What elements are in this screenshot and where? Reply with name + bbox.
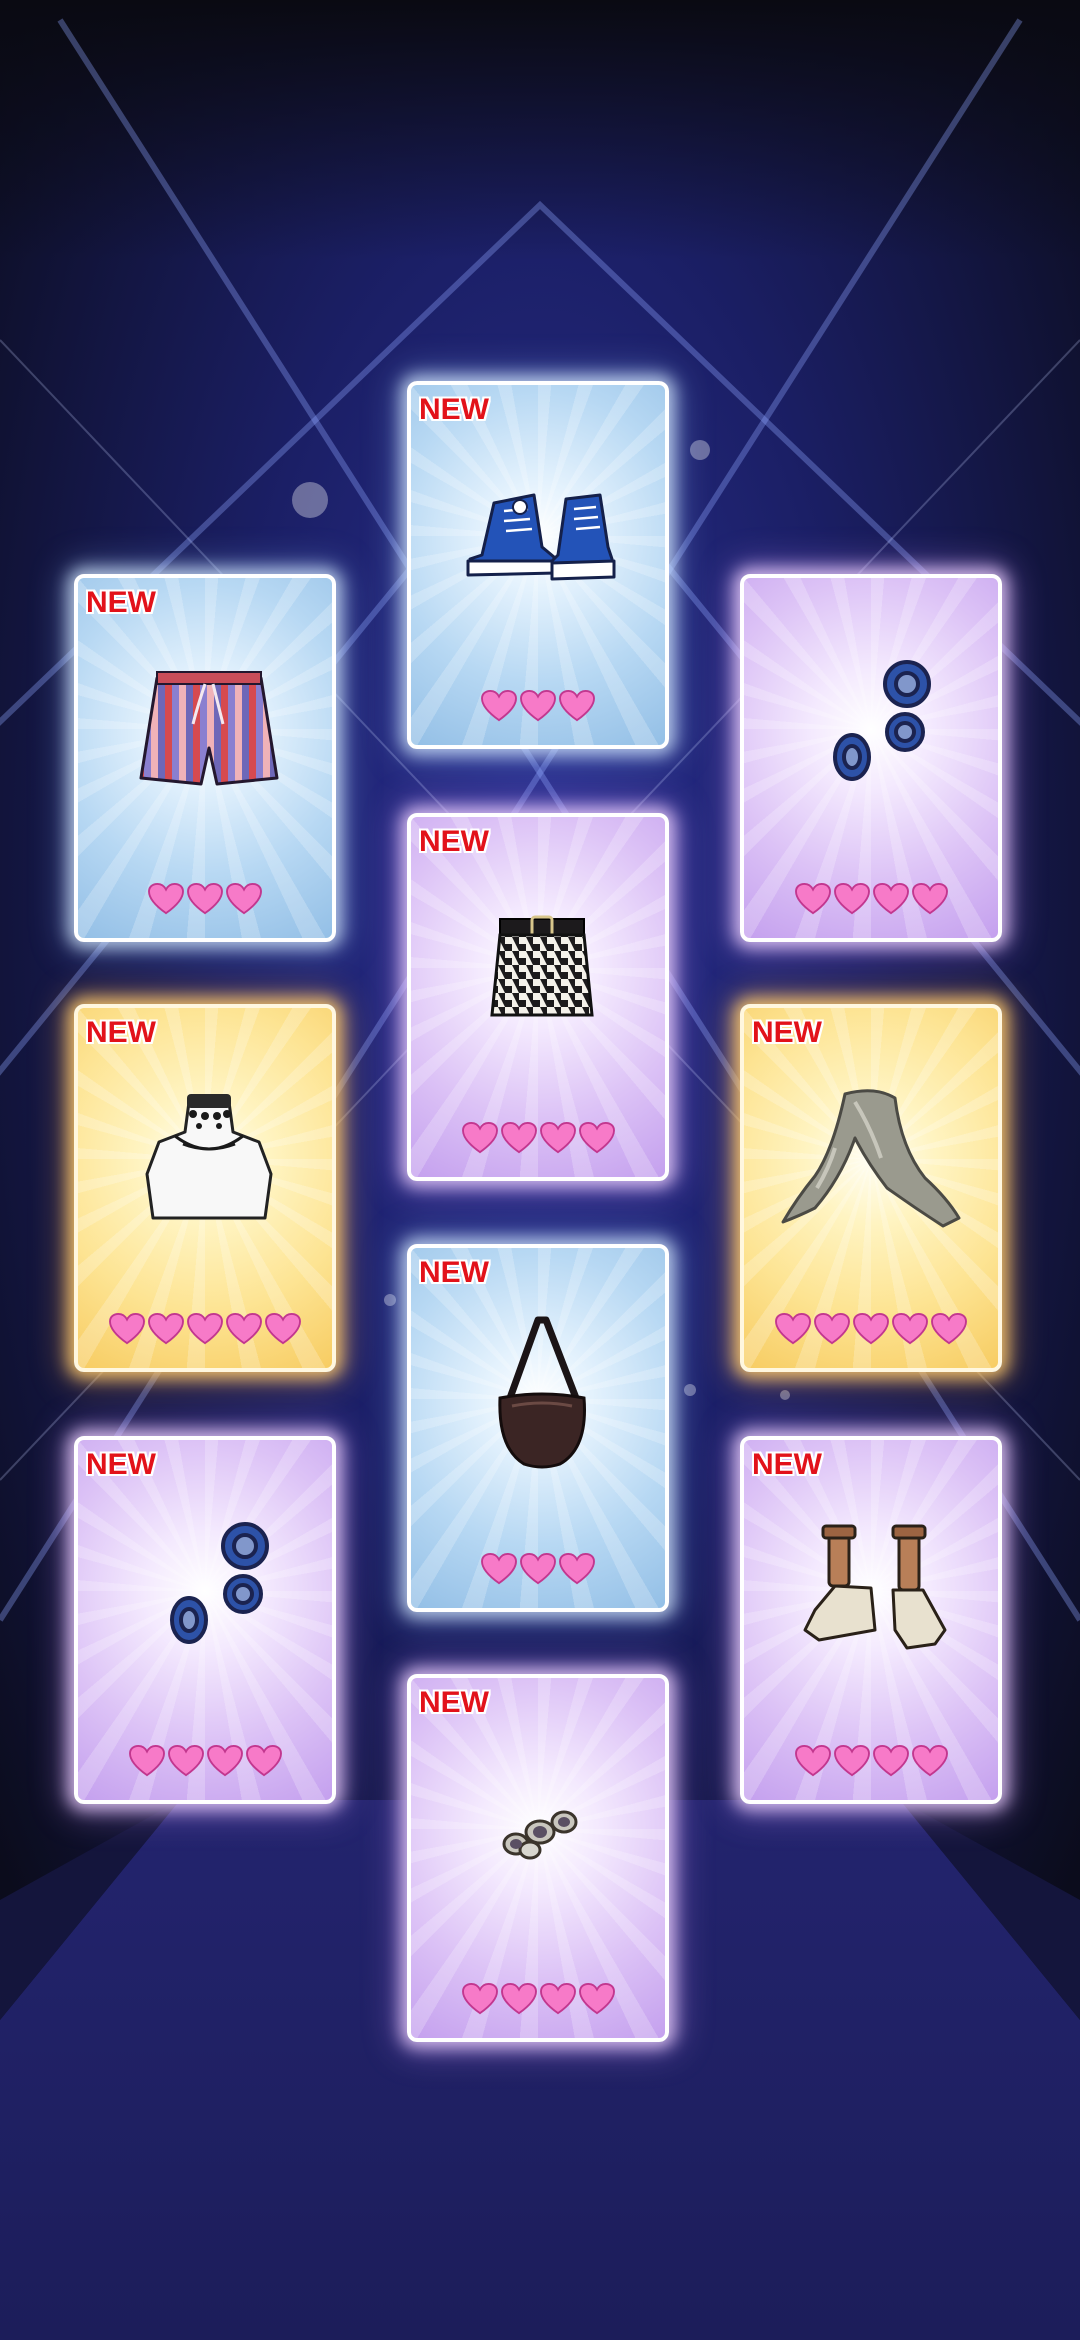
heart-icon — [539, 1982, 576, 2015]
heart-icon — [872, 1744, 909, 1777]
heart-icon — [500, 1982, 537, 2015]
heart-icon — [481, 689, 517, 722]
heart-icon — [539, 1121, 576, 1154]
heart-icon — [500, 1121, 537, 1154]
new-badge: NEW — [86, 1448, 156, 1481]
heart-icon — [833, 1744, 870, 1777]
item-card-lace-choker-top[interactable]: NEW — [74, 1004, 336, 1372]
heart-icon — [245, 1744, 282, 1777]
new-badge: NEW — [752, 1016, 822, 1049]
new-badge: NEW — [419, 393, 489, 426]
striped-shorts-icon — [139, 671, 279, 786]
heart-icon — [833, 882, 870, 915]
heart-icon — [559, 689, 595, 722]
rarity-hearts — [411, 1121, 665, 1155]
item-card-blue-earrings-2[interactable]: NEW — [74, 1436, 336, 1804]
item-card-houndstooth-skirt[interactable]: NEW — [407, 813, 669, 1181]
lace-top-icon — [145, 1094, 273, 1220]
item-card-striped-shorts[interactable]: NEW — [74, 574, 336, 942]
heart-icon — [226, 1312, 262, 1345]
heart-icon — [481, 1552, 517, 1585]
item-card-leather-bag[interactable]: NEW — [407, 1244, 669, 1612]
new-badge: NEW — [419, 825, 489, 858]
heart-icon — [167, 1744, 204, 1777]
rarity-hearts — [744, 1312, 998, 1346]
sneakers-icon — [466, 493, 616, 581]
platform-sandals-icon — [803, 1524, 947, 1650]
heart-icon — [578, 1121, 615, 1154]
heart-icon — [128, 1744, 165, 1777]
item-card-platform-sandals[interactable]: NEW — [740, 1436, 1002, 1804]
rarity-hearts — [78, 882, 332, 916]
heart-icon — [794, 1744, 831, 1777]
heart-icon — [148, 1312, 184, 1345]
heart-icon — [206, 1744, 243, 1777]
heart-icon — [520, 1552, 556, 1585]
scarf-icon — [781, 1089, 961, 1228]
hoop-earrings-icon — [833, 660, 931, 781]
heart-icon — [911, 882, 948, 915]
heart-icon — [226, 882, 262, 915]
heart-icon — [148, 882, 184, 915]
rarity-hearts — [411, 1552, 665, 1586]
new-badge: NEW — [86, 1016, 156, 1049]
new-badge: NEW — [419, 1256, 489, 1289]
heart-icon — [794, 882, 831, 915]
rarity-hearts — [744, 882, 998, 916]
rarity-hearts — [411, 1982, 665, 2016]
rarity-hearts — [411, 689, 665, 723]
crossbody-bag-icon — [498, 1316, 586, 1469]
item-card-silver-scarf[interactable]: NEW — [740, 1004, 1002, 1372]
heart-icon — [775, 1312, 811, 1345]
heart-icon — [265, 1312, 301, 1345]
hoop-earrings-icon — [170, 1522, 269, 1644]
reveal-stage: NEW NEW NEW NEW NEW NEW NEW NEW NEW — [0, 0, 1080, 2340]
new-badge: NEW — [752, 1448, 822, 1481]
houndstooth-skirt-icon — [490, 915, 594, 1017]
heart-icon — [853, 1312, 889, 1345]
heart-icon — [911, 1744, 948, 1777]
heart-icon — [872, 882, 909, 915]
item-card-jewel-bracelet[interactable]: NEW — [407, 1674, 669, 2042]
heart-icon — [187, 882, 223, 915]
item-card-sneakers[interactable]: NEW — [407, 381, 669, 749]
heart-icon — [461, 1121, 498, 1154]
rarity-hearts — [78, 1312, 332, 1346]
heart-icon — [931, 1312, 967, 1345]
heart-icon — [461, 1982, 498, 2015]
heart-icon — [520, 689, 556, 722]
heart-icon — [814, 1312, 850, 1345]
bracelet-icon — [502, 1810, 578, 1860]
new-badge: NEW — [86, 586, 156, 619]
heart-icon — [187, 1312, 223, 1345]
heart-icon — [109, 1312, 145, 1345]
heart-icon — [559, 1552, 595, 1585]
item-card-blue-earrings[interactable] — [740, 574, 1002, 942]
rarity-hearts — [744, 1744, 998, 1778]
heart-icon — [892, 1312, 928, 1345]
new-badge: NEW — [419, 1686, 489, 1719]
heart-icon — [578, 1982, 615, 2015]
rarity-hearts — [78, 1744, 332, 1778]
